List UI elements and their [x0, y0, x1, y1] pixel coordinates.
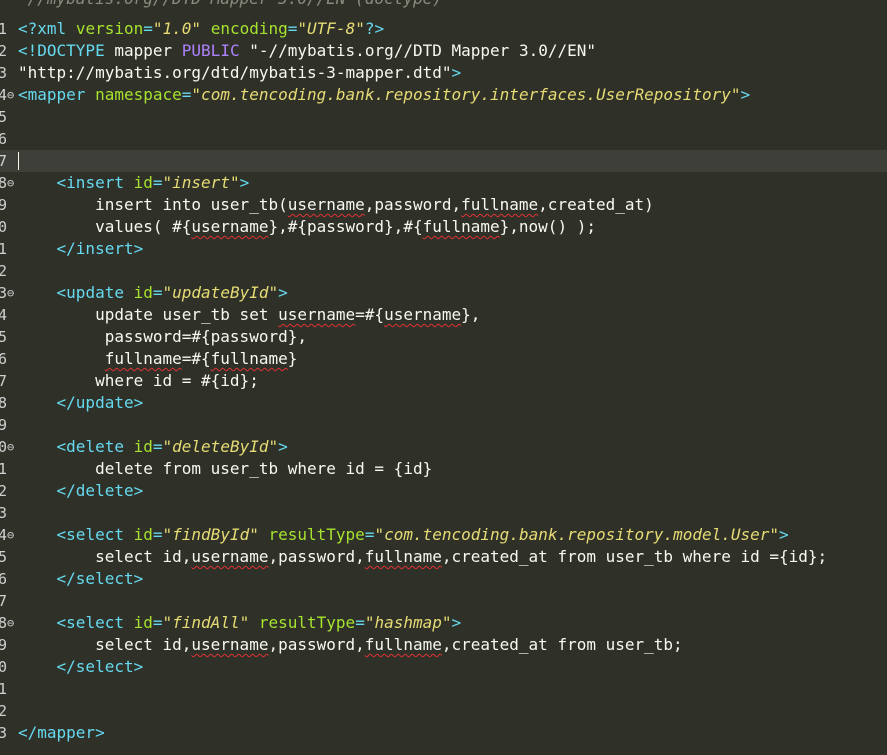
line-number: 6: [0, 130, 8, 148]
code-text: <update id="updateById">: [56, 283, 288, 302]
code-text: password=#{password},: [18, 327, 307, 346]
line-number: 7: [0, 372, 8, 390]
line-number: [0, 0, 14, 18]
code-line[interactable]: 9 insert into user_tb(username,password,…: [0, 194, 887, 216]
code-line[interactable]: 0 </select>: [0, 656, 887, 678]
code-editor[interactable]: -//mybatis.org//DTD Mapper 3.0//EN (doct…: [0, 0, 887, 751]
code-line[interactable]: 2 </delete>: [0, 480, 887, 502]
line-number: 6: [0, 570, 8, 588]
line-number: 3: [0, 64, 8, 82]
code-line[interactable]: -//mybatis.org//DTD Mapper 3.0//EN (doct…: [0, 0, 887, 18]
code-text: <select id="findById" resultType="com.te…: [56, 525, 789, 544]
line-number: 0: [0, 658, 8, 676]
code-text: select id,username,password,fullname,cre…: [18, 635, 683, 654]
code-line[interactable]: 8 ⊖ <insert id="insert">: [0, 172, 887, 194]
line-number: 9: [0, 416, 8, 434]
code-text: <delete id="deleteById">: [56, 437, 288, 456]
code-line[interactable]: 0 values( #{username},#{password},#{full…: [0, 216, 887, 238]
code-text: delete from user_tb where id = {id}: [18, 459, 433, 478]
line-number: 2: [0, 262, 8, 280]
code-line[interactable]: 6 </select>: [0, 568, 887, 590]
line-number: 9: [0, 636, 8, 654]
code-text: -//mybatis.org//DTD Mapper 3.0//EN (doct…: [18, 0, 442, 10]
code-line[interactable]: 9 select id,username,password,fullname,c…: [0, 634, 887, 656]
code-text: insert into user_tb(username,password,fu…: [18, 195, 654, 214]
code-line[interactable]: 8 ⊖ <select id="findAll" resultType="hash…: [0, 612, 887, 634]
line-number: 2: [0, 42, 8, 60]
code-text: select id,username,password,fullname,cre…: [18, 547, 828, 566]
code-text: <!DOCTYPE mapper PUBLIC "-//mybatis.org/…: [18, 41, 596, 60]
code-line[interactable]: 4 ⊖ <select id="findById" resultType="com…: [0, 524, 887, 546]
code-line[interactable]: 3 </mapper>: [0, 722, 887, 744]
line-number: 5: [0, 328, 8, 346]
code-line[interactable]: 3: [0, 502, 887, 524]
code-text: where id = #{id};: [18, 371, 259, 390]
code-text: <insert id="insert">: [56, 173, 250, 192]
line-number: 3: [0, 504, 8, 522]
code-line[interactable]: 2 <!DOCTYPE mapper PUBLIC "-//mybatis.org…: [0, 40, 887, 62]
line-number: 8: [0, 394, 8, 412]
code-line[interactable]: 7: [0, 590, 887, 612]
code-line[interactable]: 1: [0, 678, 887, 700]
code-text: "http://mybatis.org/dtd/mybatis-3-mapper…: [18, 63, 462, 82]
code-line[interactable]: 2: [0, 260, 887, 282]
code-line[interactable]: 5: [0, 106, 887, 128]
line-number: 7: [0, 152, 8, 170]
code-text: </delete>: [56, 481, 144, 500]
code-text: </mapper>: [18, 723, 105, 742]
line-number: 2: [0, 482, 8, 500]
line-number: 1: [0, 20, 8, 38]
line-number: 0: [0, 218, 8, 236]
code-line[interactable]: 1 </insert>: [0, 238, 887, 260]
line-number: 1: [0, 680, 8, 698]
code-line[interactable]: 5 password=#{password},: [0, 326, 887, 348]
code-text: </insert>: [56, 239, 144, 258]
code-text: <?xml version="1.0" encoding="UTF-8"?>: [18, 19, 385, 38]
code-line[interactable]: 5 select id,username,password,fullname,c…: [0, 546, 887, 568]
code-line[interactable]: 2: [0, 700, 887, 722]
line-number: 1: [0, 460, 8, 478]
line-number: 5: [0, 548, 8, 566]
code-text: <mapper namespace="com.tencoding.bank.re…: [18, 85, 751, 104]
line-number: 5: [0, 108, 8, 126]
code-line[interactable]: 0 ⊖ <delete id="deleteById">: [0, 436, 887, 458]
code-line[interactable]: 7: [0, 150, 887, 172]
code-line[interactable]: 4 update user_tb set username=#{username…: [0, 304, 887, 326]
code-line[interactable]: 7 where id = #{id};: [0, 370, 887, 392]
line-number: 6: [0, 350, 8, 368]
line-number: 3: [0, 724, 8, 742]
code-line[interactable]: 1 <?xml version="1.0" encoding="UTF-8"?>: [0, 18, 887, 40]
code-line[interactable]: 3 "http://mybatis.org/dtd/mybatis-3-mappe…: [0, 62, 887, 84]
code-text: values( #{username},#{password},#{fullna…: [18, 217, 596, 236]
line-number: 2: [0, 702, 8, 720]
code-line[interactable]: 3 ⊖ <update id="updateById">: [0, 282, 887, 304]
text-cursor: [18, 152, 19, 170]
code-text: update user_tb set username=#{username},: [18, 305, 481, 324]
code-text: </select>: [56, 569, 144, 588]
line-number: 9: [0, 196, 8, 214]
code-line[interactable]: 4 ⊖ <mapper namespace="com.tencoding.bank.…: [0, 84, 887, 106]
code-line[interactable]: 6: [0, 128, 887, 150]
code-line[interactable]: 1 delete from user_tb where id = {id}: [0, 458, 887, 480]
code-line[interactable]: 6 fullname=#{fullname}: [0, 348, 887, 370]
code-text: fullname=#{fullname}: [104, 349, 298, 368]
code-text: <select id="findAll" resultType="hashmap…: [56, 613, 462, 632]
code-text: </update>: [56, 393, 144, 412]
line-number: 7: [0, 592, 8, 610]
code-line[interactable]: 9: [0, 414, 887, 436]
line-number: 1: [0, 240, 8, 258]
line-number: 4: [0, 306, 8, 324]
code-text: </select>: [56, 657, 144, 676]
code-line[interactable]: 8 </update>: [0, 392, 887, 414]
